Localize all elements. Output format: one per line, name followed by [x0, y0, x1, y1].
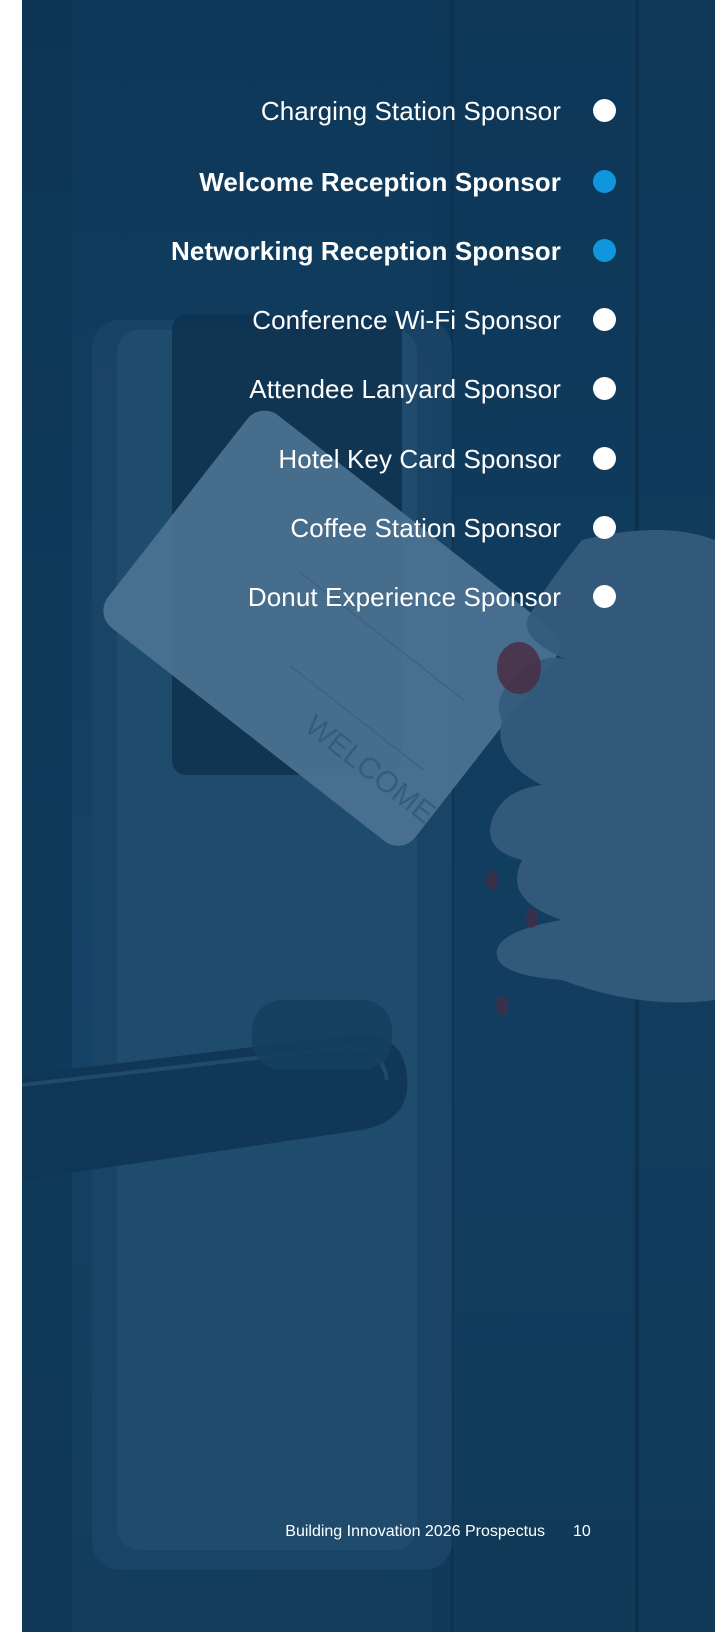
- bullet-dot-icon: [593, 516, 616, 539]
- menu-item-charging-station[interactable]: Charging Station Sponsor: [0, 91, 715, 131]
- menu-item-welcome-reception[interactable]: Welcome Reception Sponsor: [0, 162, 715, 202]
- menu-item-label: Coffee Station Sponsor: [290, 513, 561, 543]
- bullet-dot-icon: [593, 585, 616, 608]
- menu-item-hotel-key-card[interactable]: Hotel Key Card Sponsor: [0, 439, 715, 479]
- menu-item-label: Hotel Key Card Sponsor: [278, 444, 561, 474]
- bullet-dot-icon: [593, 99, 616, 122]
- menu-item-attendee-lanyard[interactable]: Attendee Lanyard Sponsor: [0, 369, 715, 409]
- menu-item-label: Donut Experience Sponsor: [247, 582, 561, 612]
- bullet-dot-icon: [593, 377, 616, 400]
- bullet-dot-icon: [593, 239, 616, 262]
- menu-item-conference-wifi[interactable]: Conference Wi-Fi Sponsor: [0, 300, 715, 340]
- menu-item-coffee-station[interactable]: Coffee Station Sponsor: [0, 508, 715, 548]
- page-number: 10: [573, 1523, 591, 1540]
- menu-item-label: Conference Wi-Fi Sponsor: [252, 305, 561, 335]
- menu-item-label: Attendee Lanyard Sponsor: [249, 374, 561, 404]
- menu-item-label: Networking Reception Sponsor: [171, 236, 561, 266]
- menu-item-label: Welcome Reception Sponsor: [199, 167, 561, 197]
- bullet-dot-icon: [593, 447, 616, 470]
- bullet-dot-icon: [593, 170, 616, 193]
- menu-item-networking-reception[interactable]: Networking Reception Sponsor: [0, 231, 715, 271]
- menu-item-label: Charging Station Sponsor: [260, 96, 561, 126]
- menu-item-donut-experience[interactable]: Donut Experience Sponsor: [0, 577, 715, 617]
- document-title: Building Innovation 2026 Prospectus: [285, 1523, 545, 1540]
- bullet-dot-icon: [593, 308, 616, 331]
- prospectus-page: WELCOME Charging Station Sponsor Welcome…: [0, 0, 715, 1632]
- page-footer: Building Innovation 2026 Prospectus 10: [0, 1518, 715, 1546]
